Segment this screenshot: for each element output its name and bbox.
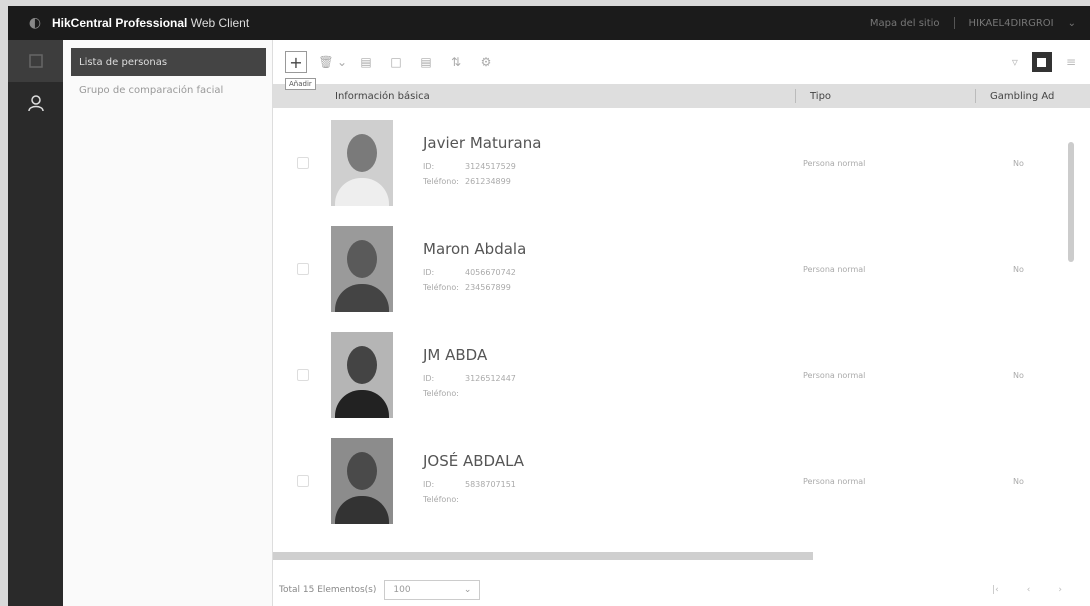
- column-type[interactable]: Tipo: [795, 89, 975, 103]
- id-label: ID:: [423, 480, 435, 489]
- column-gambling[interactable]: Gambling Ad: [975, 89, 1054, 103]
- phone-label: Teléfono:: [423, 495, 459, 504]
- person-type: Persona normal: [803, 158, 866, 168]
- nav-rail: [8, 40, 63, 606]
- first-page-icon[interactable]: |‹: [992, 585, 999, 595]
- export-icon[interactable]: ▤: [415, 51, 437, 73]
- person-list: Javier Maturana ID: 3124517529 Teléfono: 2…: [273, 110, 1073, 574]
- pagination-footer: Total 15 Elementos(s) 100 ⌄ |‹ ‹ ›: [273, 574, 1090, 606]
- main-panel: + 🗑 ⌄ ▤ □ ▤ ⇅ ⚙ Añadir ▿ ≡ Información b…: [273, 40, 1090, 606]
- person-id: 5838707151: [465, 480, 516, 489]
- sort-icon[interactable]: ⇅: [445, 51, 467, 73]
- toolbar: + 🗑 ⌄ ▤ □ ▤ ⇅ ⚙ Añadir ▿ ≡: [273, 40, 1090, 90]
- person-id: 4056670742: [465, 268, 516, 277]
- divider: [953, 17, 955, 29]
- person-type: Persona normal: [803, 370, 866, 380]
- settings-icon[interactable]: ⚙: [475, 51, 497, 73]
- row-checkbox[interactable]: [297, 475, 309, 487]
- id-label: ID:: [423, 374, 435, 383]
- table-row[interactable]: JOSÉ ABDALA ID: 5838707151 Teléfono: Pers…: [273, 428, 1073, 534]
- chevron-down-icon[interactable]: ⌄: [337, 51, 347, 73]
- list-view-icon[interactable]: ≡: [1066, 55, 1076, 69]
- chevron-down-icon: ⌄: [463, 585, 472, 595]
- add-tooltip: Añadir: [285, 78, 316, 90]
- import-icon[interactable]: ▤: [355, 51, 377, 73]
- total-count: Total 15 Elementos(s): [279, 585, 377, 595]
- table-row[interactable]: Maron Abdala ID: 4056670742 Teléfono: 2345…: [273, 216, 1073, 322]
- person-type: Persona normal: [803, 476, 866, 486]
- card-view-icon[interactable]: [1031, 52, 1052, 72]
- row-checkbox[interactable]: [297, 157, 309, 169]
- person-gambling: No: [1013, 264, 1024, 274]
- table-row[interactable]: JM ABDA ID: 3126512447 Teléfono: Persona …: [273, 322, 1073, 428]
- id-label: ID:: [423, 268, 435, 277]
- user-menu[interactable]: HIKAEL4DIRGROI: [969, 18, 1054, 29]
- sidebar: Lista de personas Grupo de comparación f…: [63, 40, 273, 606]
- person-name: Maron Abdala: [423, 240, 527, 258]
- person-photo: [331, 120, 393, 206]
- person-photo: [331, 438, 393, 524]
- phone-label: Teléfono:: [423, 177, 459, 186]
- chevron-down-icon[interactable]: ⌄: [1068, 18, 1076, 29]
- person-icon[interactable]: [8, 82, 63, 124]
- table-header: Información básica Tipo Gambling Ad: [273, 84, 1090, 108]
- person-id: 3126512447: [465, 374, 516, 383]
- prev-page-icon[interactable]: ‹: [1027, 585, 1031, 595]
- next-page-icon[interactable]: ›: [1058, 585, 1062, 595]
- person-id: 3124517529: [465, 162, 516, 171]
- person-photo: [331, 226, 393, 312]
- sidebar-item-person-list[interactable]: Lista de personas: [71, 48, 266, 76]
- person-phone: 261234899: [465, 177, 511, 186]
- row-checkbox[interactable]: [297, 369, 309, 381]
- page-size-value: 100: [393, 585, 411, 595]
- table-row[interactable]: Javier Maturana ID: 3124517529 Teléfono: 2…: [273, 110, 1073, 216]
- person-gambling: No: [1013, 158, 1024, 168]
- vertical-scrollbar[interactable]: [1068, 142, 1074, 262]
- horizontal-scrollbar[interactable]: [273, 552, 813, 560]
- add-button[interactable]: +: [285, 51, 307, 73]
- id-label: ID:: [423, 162, 435, 171]
- row-checkbox[interactable]: [297, 263, 309, 275]
- phone-label: Teléfono:: [423, 283, 459, 292]
- nav-home-icon[interactable]: [8, 40, 63, 82]
- page-size-select[interactable]: 100 ⌄: [384, 580, 481, 600]
- delete-icon[interactable]: 🗑: [315, 51, 337, 73]
- person-photo: [331, 332, 393, 418]
- document-icon[interactable]: □: [385, 51, 407, 73]
- person-gambling: No: [1013, 370, 1024, 380]
- column-basic-info[interactable]: Información básica: [273, 91, 795, 102]
- filter-icon[interactable]: ▿: [1012, 55, 1018, 69]
- phone-label: Teléfono:: [423, 389, 459, 398]
- app-title: HikCentral Professional Web Client: [52, 16, 250, 30]
- person-name: JM ABDA: [423, 346, 488, 364]
- top-bar: ◐ HikCentral Professional Web Client Map…: [8, 6, 1090, 40]
- person-type: Persona normal: [803, 264, 866, 274]
- person-phone: 234567899: [465, 283, 511, 292]
- person-name: Javier Maturana: [423, 134, 542, 152]
- person-gambling: No: [1013, 476, 1024, 486]
- sitemap-link[interactable]: Mapa del sitio: [870, 18, 940, 29]
- person-name: JOSÉ ABDALA: [423, 452, 525, 470]
- app-logo-icon[interactable]: ◐: [24, 12, 46, 34]
- sidebar-item-face-group[interactable]: Grupo de comparación facial: [71, 76, 266, 104]
